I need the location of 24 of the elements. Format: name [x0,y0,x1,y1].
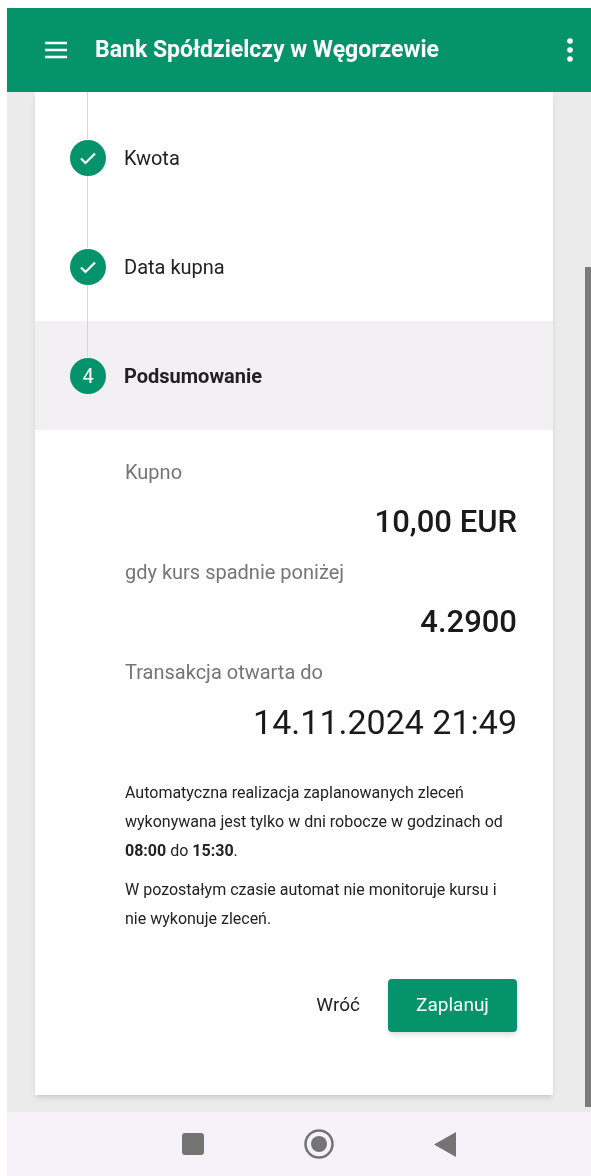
more-icon[interactable] [567,38,573,62]
check-icon [70,248,106,285]
back-icon[interactable] [434,1131,456,1157]
check-icon [70,139,106,176]
back-button[interactable]: Wróć [308,983,368,1028]
step-row[interactable]: Data kupna [35,212,553,321]
step-row[interactable]: Kwota [35,103,553,212]
app-title: Bank Spółdzielczy w Węgorzewie [95,34,440,65]
info-paragraph: W pozostałym czasie automat nie monitoruje kursu i nie wykonuje zleceń. [125,879,498,930]
menu-icon[interactable] [45,41,67,59]
summary-value: 4.2900 [420,602,517,642]
summary-label: Transakcja otwarta do [125,659,324,686]
step-label: Data kupna [124,253,225,281]
home-icon[interactable] [304,1129,334,1159]
step-number: 4 [70,357,106,394]
summary-label: gdy kurs spadnie poniżej [125,559,346,586]
summary-value: 10,00 EUR [374,502,517,542]
step-label: Kwota [124,144,180,172]
info-paragraph: Automatyczna realizacja zaplanowanych zleceń wykonywana jest tylko w dni robocze w godzinach od 08:00 do 15:30. [125,782,504,862]
schedule-button[interactable]: Zaplanuj [388,979,517,1032]
summary-label: Kupno [125,459,184,486]
summary-value: 14.11.2024 21:49 [253,701,517,744]
step-row[interactable]: 4 Podsumowanie [35,321,553,430]
step-label: Podsumowanie [124,362,263,390]
